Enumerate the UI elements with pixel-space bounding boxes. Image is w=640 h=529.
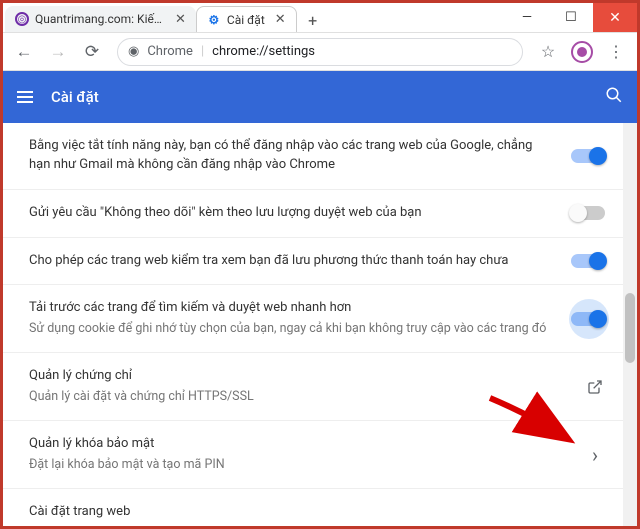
- settings-row: Cài đặt trang web: [3, 489, 623, 526]
- settings-row: Bằng việc tắt tính năng này, bạn có thể …: [3, 123, 623, 190]
- row-text: Cài đặt trang web: [29, 503, 605, 522]
- row-text: Quản lý chứng chỉ Quản lý cài đặt và chứn…: [29, 367, 571, 406]
- row-subtitle: Sử dụng cookie để ghi nhớ tùy chọn của b…: [29, 320, 557, 338]
- back-button[interactable]: ←: [9, 37, 39, 67]
- bookmark-star-icon[interactable]: ☆: [533, 37, 563, 67]
- toggle-switch[interactable]: [571, 312, 605, 326]
- scrollbar-track[interactable]: [623, 123, 637, 526]
- settings-row[interactable]: Quản lý chứng chỉ Quản lý cài đặt và chứn…: [3, 353, 623, 421]
- tab-strip: ◎ Quantrimang.com: Kiến Thức ✕ ⚙ Cài đặt…: [3, 3, 505, 32]
- row-subtitle: Đặt lại khóa bảo mật và tạo mã PIN: [29, 456, 571, 474]
- browser-menu-button[interactable]: ⋮: [601, 37, 631, 67]
- settings-row[interactable]: Quản lý khóa bảo mật Đặt lại khóa bảo mật…: [3, 421, 623, 489]
- tab-close-icon[interactable]: ✕: [175, 12, 186, 27]
- profile-avatar[interactable]: [567, 37, 597, 67]
- settings-title: Cài đặt: [51, 88, 587, 106]
- search-icon[interactable]: [605, 86, 623, 109]
- row-title: Gửi yêu cầu "Không theo dõi" kèm theo lư…: [29, 204, 557, 223]
- row-title: Tải trước các trang để tìm kiếm và duyệt…: [29, 299, 557, 318]
- row-text: Tải trước các trang để tìm kiếm và duyệt…: [29, 299, 557, 338]
- settings-appbar: Cài đặt: [3, 71, 637, 123]
- toggle-switch[interactable]: [571, 149, 605, 163]
- row-title: Quản lý khóa bảo mật: [29, 435, 571, 454]
- window-controls: — ☐ ✕: [505, 3, 637, 32]
- new-tab-button[interactable]: +: [301, 8, 325, 32]
- row-title: Cài đặt trang web: [29, 503, 605, 522]
- row-text: Gửi yêu cầu "Không theo dõi" kèm theo lư…: [29, 204, 557, 223]
- omnibox-url: chrome://settings: [212, 44, 315, 59]
- scrollbar-thumb[interactable]: [625, 293, 635, 363]
- row-title: Bằng việc tắt tính năng này, bạn có thể …: [29, 137, 557, 175]
- external-link-icon[interactable]: [585, 377, 605, 397]
- omnibox[interactable]: ◉ Chrome | chrome://settings: [117, 38, 523, 66]
- reload-button[interactable]: ⟳: [77, 37, 107, 67]
- hamburger-menu-icon[interactable]: [17, 91, 33, 103]
- settings-content: Bằng việc tắt tính năng này, bạn có thể …: [3, 123, 637, 526]
- forward-button[interactable]: →: [43, 37, 73, 67]
- settings-row: Gửi yêu cầu "Không theo dõi" kèm theo lư…: [3, 190, 623, 238]
- toggle-switch[interactable]: [571, 206, 605, 220]
- titlebar: ◎ Quantrimang.com: Kiến Thức ✕ ⚙ Cài đặt…: [3, 3, 637, 33]
- address-toolbar: ← → ⟳ ◉ Chrome | chrome://settings ☆ ⋮: [3, 33, 637, 71]
- row-text: Bằng việc tắt tính năng này, bạn có thể …: [29, 137, 557, 175]
- settings-row: Cho phép các trang web kiểm tra xem bạn …: [3, 238, 623, 286]
- avatar-icon: [571, 41, 593, 63]
- row-title: Cho phép các trang web kiểm tra xem bạn …: [29, 252, 557, 271]
- chrome-icon: ◉: [128, 44, 139, 59]
- tab-close-icon[interactable]: ✕: [275, 12, 286, 27]
- favicon-quantrimang: ◎: [15, 12, 29, 26]
- row-text: Quản lý khóa bảo mật Đặt lại khóa bảo mật…: [29, 435, 571, 474]
- tab-title: Cài đặt: [227, 13, 265, 27]
- maximize-button[interactable]: ☐: [549, 3, 593, 32]
- minimize-button[interactable]: —: [505, 3, 549, 32]
- tab-title: Quantrimang.com: Kiến Thức: [35, 12, 165, 26]
- tab-quantrimang[interactable]: ◎ Quantrimang.com: Kiến Thức ✕: [5, 6, 196, 32]
- toggle-switch[interactable]: [571, 254, 605, 268]
- row-subtitle: Quản lý cài đặt và chứng chỉ HTTPS/SSL: [29, 388, 571, 406]
- tab-settings[interactable]: ⚙ Cài đặt ✕: [196, 6, 297, 32]
- omnibox-scheme: Chrome: [147, 44, 193, 59]
- chevron-right-icon[interactable]: ›: [585, 445, 605, 465]
- row-text: Cho phép các trang web kiểm tra xem bạn …: [29, 252, 557, 271]
- settings-row: Tải trước các trang để tìm kiếm và duyệt…: [3, 285, 623, 353]
- favicon-settings-gear-icon: ⚙: [207, 13, 221, 27]
- close-button[interactable]: ✕: [593, 3, 637, 32]
- row-title: Quản lý chứng chỉ: [29, 367, 571, 386]
